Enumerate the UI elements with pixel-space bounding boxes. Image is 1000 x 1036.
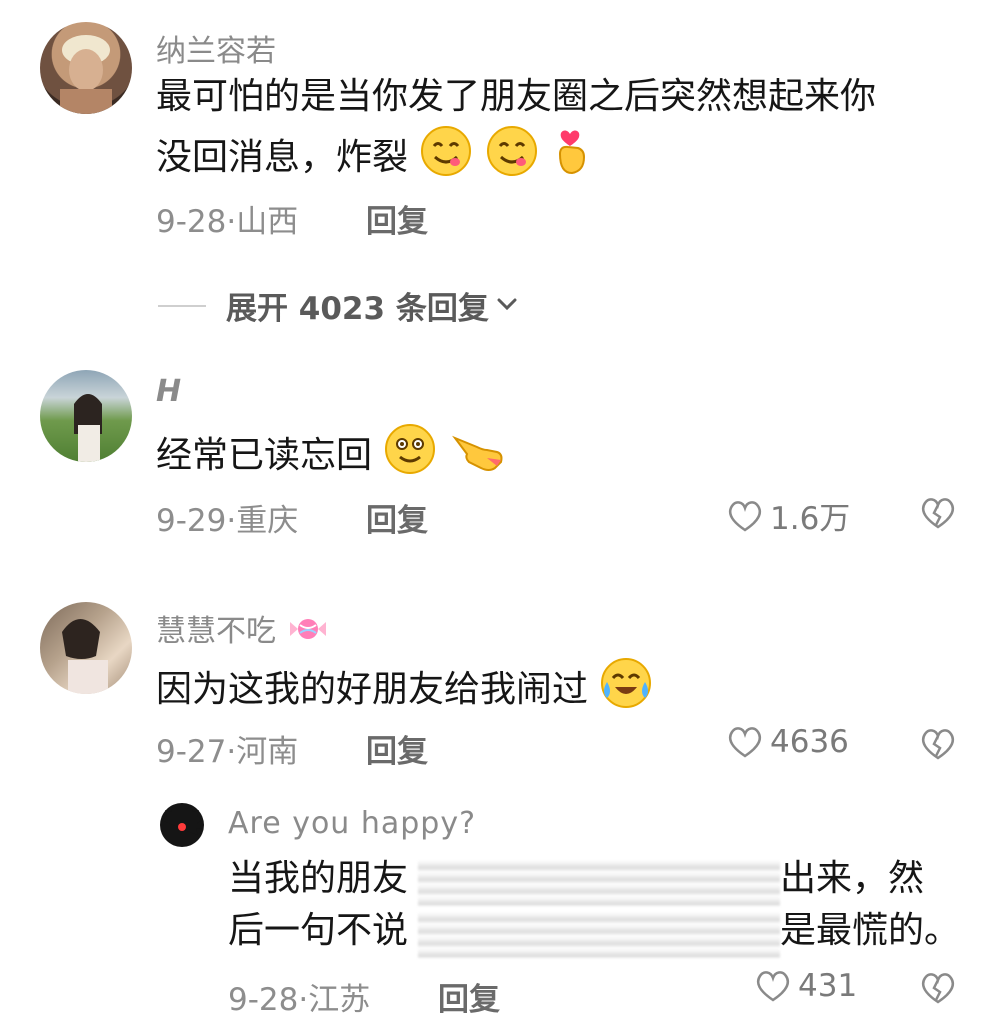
comment-text: 经常已读忘回: [156, 422, 505, 492]
heart-icon: [728, 727, 762, 758]
meta-separator: ·: [226, 204, 237, 240]
meta-separator: ·: [298, 982, 309, 1018]
reply-button[interactable]: 回复: [366, 196, 428, 241]
like-count: 4636: [770, 724, 849, 760]
comment-date: 9-27: [156, 734, 227, 770]
pointing-hand-emoji: [449, 422, 505, 492]
comment-date: 9-29: [156, 503, 227, 539]
comment-text-content: 因为这我的好朋友给我闹过: [156, 669, 589, 710]
reply-button[interactable]: 回复: [438, 974, 500, 1019]
comment-text-line-2: 没回消息，炸裂: [156, 124, 590, 194]
reply-button[interactable]: 回复: [366, 726, 428, 771]
sub-reply: Are you happy? 当我的朋友 出来，然 后一句不说 是最慌的。 9-…: [0, 790, 1000, 1036]
like-count: 431: [798, 968, 858, 1004]
divider: [158, 304, 206, 307]
heart-icon: [728, 500, 762, 532]
comment-location: 山西: [236, 204, 299, 240]
reply-text-line-2-start: 后一句不说: [228, 910, 409, 951]
meta-separator: ·: [226, 503, 237, 539]
username-text: 慧慧不吃: [156, 614, 276, 649]
comment-1: 纳兰容若 最可怕的是当你发了朋友圈之后突然想起来你 没回消息，炸裂 9-28·山…: [0, 0, 1000, 270]
dislike-button[interactable]: [918, 726, 958, 766]
username[interactable]: H: [156, 374, 181, 409]
comment-meta: 9-28·山西: [156, 196, 298, 241]
finger-heart-emoji: [550, 124, 590, 194]
username[interactable]: 纳兰容若: [156, 26, 276, 70]
heart-icon: [756, 971, 790, 1002]
blurred-text: [418, 912, 780, 958]
comment-2: H 经常已读忘回 9-29·重庆 回复 1.6万: [0, 360, 1000, 570]
candy-emoji: [286, 612, 330, 654]
comment-text-line-2-text: 没回消息，炸裂: [156, 137, 409, 178]
smile-face-emoji: [383, 422, 437, 492]
yum-face-emoji: [485, 124, 539, 194]
avatar[interactable]: [155, 798, 209, 852]
yum-face-emoji: [419, 124, 473, 194]
avatar[interactable]: [40, 22, 132, 114]
like-button[interactable]: 431: [754, 968, 857, 1004]
comment-location: 重庆: [236, 503, 299, 539]
broken-heart-icon: [921, 729, 955, 760]
comment-location: 河南: [236, 734, 299, 770]
reply-location: 江苏: [308, 982, 371, 1018]
like-button[interactable]: 4636: [726, 724, 849, 760]
username[interactable]: 慧慧不吃: [156, 606, 330, 654]
reply-button[interactable]: 回复: [366, 495, 428, 540]
reply-meta: 9-28·江苏: [228, 974, 370, 1019]
tears-of-joy-emoji: [599, 656, 653, 726]
reply-text-line-1-end: 出来，然: [780, 858, 925, 899]
like-button[interactable]: 1.6万: [726, 493, 850, 538]
broken-heart-icon: [921, 973, 955, 1004]
like-count: 1.6万: [770, 501, 851, 537]
comment-meta: 9-27·河南: [156, 726, 298, 771]
avatar[interactable]: [40, 370, 132, 462]
expand-replies-button[interactable]: 展开 4023 条回复: [158, 283, 519, 328]
broken-heart-icon: [921, 498, 955, 529]
comment-3: 慧慧不吃 因为这我的好朋友给我闹过 9-27·河南 回复 4636: [0, 590, 1000, 780]
comment-text: 因为这我的好朋友给我闹过: [156, 656, 653, 726]
chevron-down-icon: [495, 292, 519, 320]
username[interactable]: Are you happy?: [228, 806, 476, 841]
blurred-text: [418, 860, 780, 906]
comment-meta: 9-29·重庆: [156, 495, 298, 540]
reply-text-line-2-end: 是最慌的。: [780, 910, 961, 951]
reply-text-line-1-start: 当我的朋友: [228, 858, 409, 899]
comment-text-line-1: 最可怕的是当你发了朋友圈之后突然想起来你: [156, 76, 877, 117]
dislike-button[interactable]: [918, 970, 958, 1010]
comment-date: 9-28: [156, 204, 227, 240]
avatar[interactable]: [40, 602, 132, 694]
reply-date: 9-28: [228, 982, 299, 1018]
comment-text-content: 经常已读忘回: [156, 435, 373, 476]
expand-replies-label: 展开 4023 条回复: [226, 291, 489, 327]
dislike-button[interactable]: [918, 495, 958, 535]
meta-separator: ·: [226, 734, 237, 770]
